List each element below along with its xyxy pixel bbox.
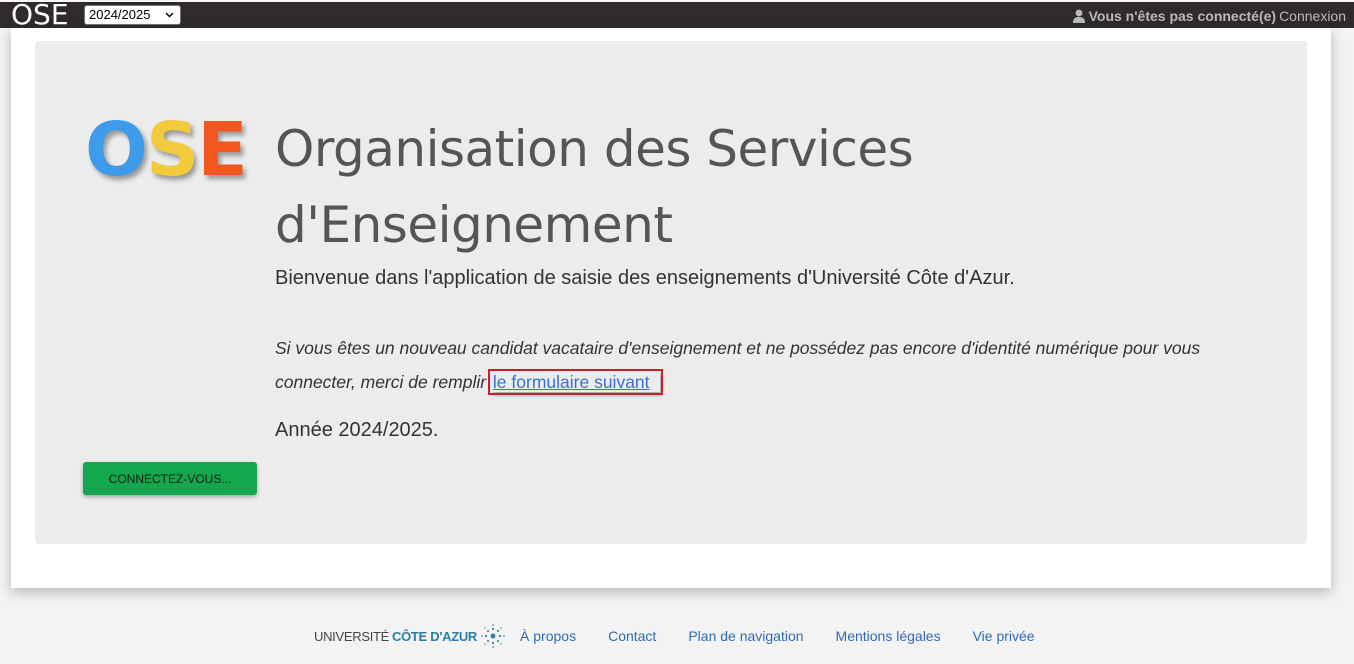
page-title: Organisation des Services d'Enseignement [275,111,1035,263]
notice-text: Si vous êtes un nouveau candidat vacatai… [275,338,1201,392]
footer-link-mentions-legales[interactable]: Mentions légales [836,628,941,644]
footer-link-contact[interactable]: Contact [608,628,656,644]
user-status-text: Vous n'êtes pas connecté(e) [1088,8,1277,24]
university-name: CÔTE D'AZUR [392,628,478,644]
footer-link-vie-privee[interactable]: Vie privée [973,628,1035,644]
year-select[interactable]: 2024/2025 [84,5,181,25]
top-navbar: OSE 2024/2025 Vous n'êtes pas connecté(e… [0,0,1354,30]
registration-form-link[interactable]: le formulaire suivant [487,369,663,395]
user-icon [1072,9,1085,23]
login-link[interactable]: Connexion [1279,8,1346,24]
ose-logo: OSE [85,107,248,193]
footer-link-apropos[interactable]: À propos [520,628,576,644]
footer-link-plan-navigation[interactable]: Plan de navigation [688,628,803,644]
academic-year-label: Année 2024/2025. [275,419,439,441]
footer: UNIVERSITÉ CÔTE D'AZUR À propos Contact … [314,618,1067,654]
user-area: Vous n'êtes pas connecté(e) Connexion [1072,7,1346,25]
brand-title[interactable]: OSE [11,0,69,30]
year-select-value: 2024/2025 [89,7,151,22]
new-candidate-notice: Si vous êtes un nouveau candidat vacatai… [275,331,1275,399]
welcome-text: Bienvenue dans l'application de saisie d… [275,267,1015,289]
page-title-line2: d'Enseignement [275,196,673,254]
jumbotron: OSE Organisation des Services d'Enseigne… [35,41,1307,544]
page-title-line1: Organisation des Services [275,120,914,178]
uca-logo-mark [481,624,505,648]
connect-button[interactable]: CONNECTEZ-VOUS... [83,462,257,495]
university-logo[interactable]: UNIVERSITÉ CÔTE D'AZUR [314,623,506,649]
main-card: OSE Organisation des Services d'Enseigne… [11,28,1331,588]
university-prefix: UNIVERSITÉ [314,628,390,644]
